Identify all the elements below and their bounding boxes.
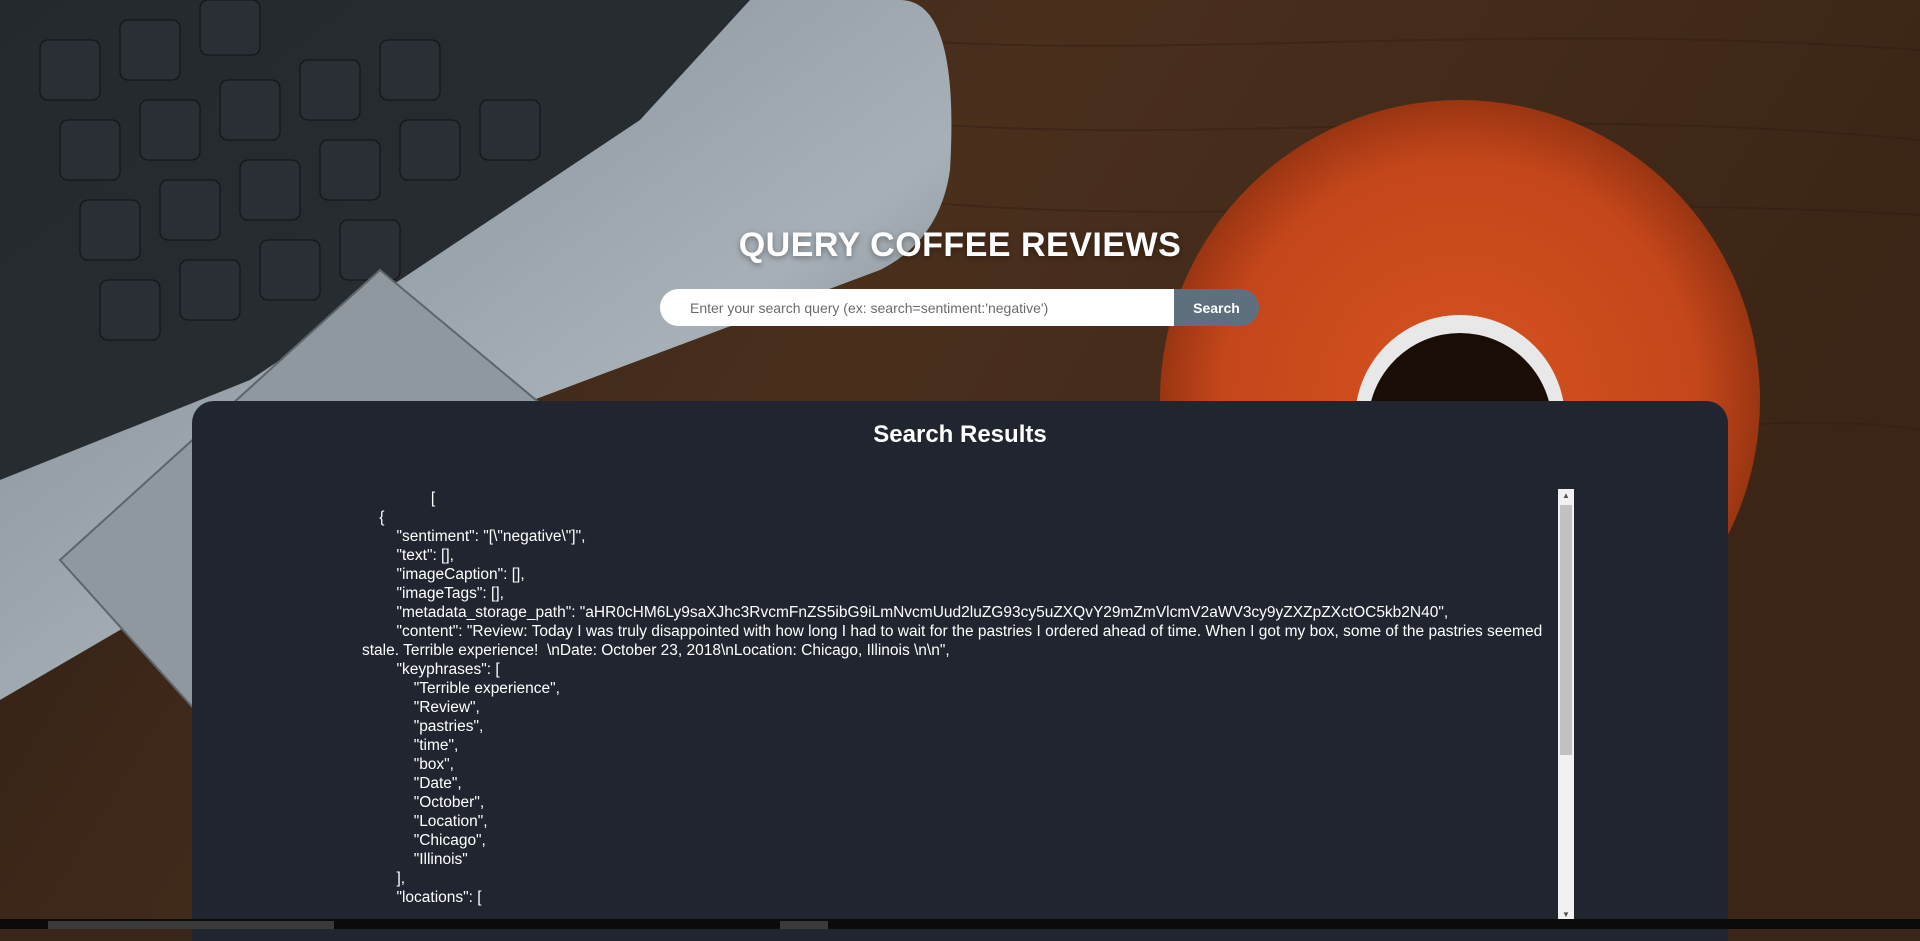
taskbar-item[interactable] (48, 921, 334, 929)
vertical-scrollbar[interactable]: ▲ ▼ (1558, 489, 1574, 922)
results-title: Search Results (873, 421, 1047, 448)
taskbar (0, 919, 1920, 929)
taskbar-item[interactable] (780, 921, 828, 929)
results-scroll-area[interactable]: [ { "sentiment": "[\"negative\"]", "text… (362, 489, 1574, 922)
results-panel: Search Results [ { "sentiment": "[\"nega… (192, 401, 1728, 941)
search-input[interactable] (660, 289, 1174, 326)
search-bar: Search (660, 289, 1259, 326)
results-json: [ { "sentiment": "[\"negative\"]", "text… (362, 490, 1543, 906)
page-title: QUERY COFFEE REVIEWS (738, 226, 1182, 264)
scrollbar-thumb[interactable] (1560, 505, 1572, 755)
scroll-up-arrow-icon[interactable]: ▲ (1558, 489, 1574, 503)
search-button[interactable]: Search (1174, 289, 1259, 326)
